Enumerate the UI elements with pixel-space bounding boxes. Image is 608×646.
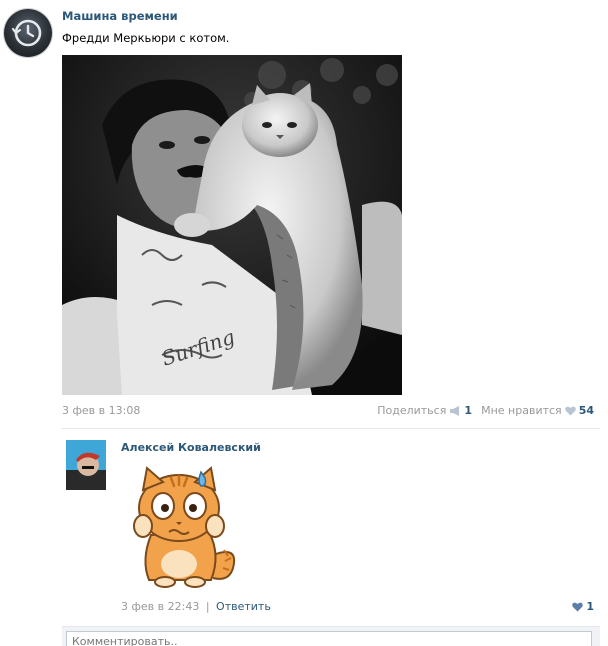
- comment-author[interactable]: Алексей Ковалевский: [121, 441, 261, 454]
- heart-icon: [572, 602, 584, 611]
- post-author[interactable]: Машина времени: [62, 9, 178, 23]
- like-button[interactable]: Мне нравится 54: [481, 404, 594, 417]
- separator: |: [205, 600, 210, 613]
- like-count: 54: [578, 404, 594, 417]
- photo-freddie-with-cat: Surfing: [62, 55, 402, 395]
- clock-history-icon: [11, 19, 42, 47]
- share-label: Поделиться: [377, 404, 447, 417]
- comment-input[interactable]: [66, 631, 592, 646]
- comment-meta: 3 фев в 22:43 | Ответить: [121, 600, 271, 613]
- post-text: Фредди Меркьюри с котом.: [62, 31, 230, 45]
- post-meta: 3 фев в 13:08 Поделиться 1 Мне нравится …: [62, 404, 594, 418]
- post-photo[interactable]: Surfing: [62, 55, 402, 395]
- reply-link[interactable]: Ответить: [216, 600, 271, 613]
- comment-date[interactable]: 3 фев в 22:43: [121, 600, 199, 613]
- divider: [62, 428, 600, 429]
- group-avatar[interactable]: [4, 9, 52, 57]
- sticker-cat: [121, 460, 243, 590]
- megaphone-icon: [450, 405, 460, 416]
- like-label: Мне нравится: [481, 404, 562, 417]
- post-date[interactable]: 3 фев в 13:08: [62, 404, 140, 417]
- comment-form: [62, 626, 600, 646]
- share-count: 1: [464, 404, 472, 417]
- comment-avatar[interactable]: [66, 440, 106, 490]
- heart-icon: [564, 406, 576, 415]
- comment-like-count: 1: [586, 600, 594, 613]
- comment-like-button[interactable]: 1: [572, 600, 594, 613]
- share-button[interactable]: Поделиться 1: [377, 404, 472, 417]
